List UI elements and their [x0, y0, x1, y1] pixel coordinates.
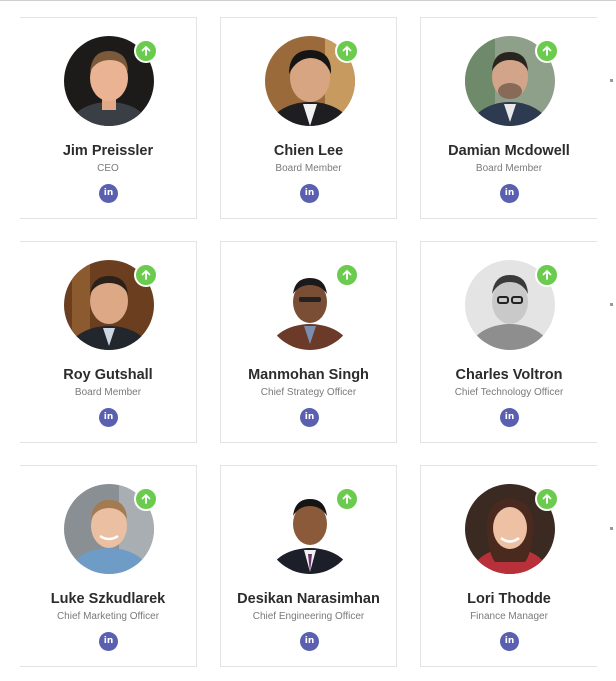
member-title: Chief Strategy Officer	[260, 387, 357, 398]
arrow-up-icon[interactable]	[335, 39, 359, 63]
team-card: Manmohan Singh Chief Strategy Officer in	[220, 241, 397, 443]
linkedin-icon[interactable]: in	[500, 408, 519, 427]
member-name: Charles Voltron	[455, 367, 563, 383]
team-card: Charles Voltron Chief Technology Officer…	[420, 241, 597, 443]
arrow-up-icon[interactable]	[134, 39, 158, 63]
top-divider	[0, 0, 616, 1]
team-card: Damian Mcdowell Board Member in	[420, 17, 597, 219]
member-title: CEO	[97, 163, 119, 174]
member-title: Chief Technology Officer	[454, 387, 564, 398]
arrow-up-icon[interactable]	[535, 487, 559, 511]
linkedin-icon[interactable]: in	[500, 632, 519, 651]
member-title: Board Member	[74, 387, 142, 398]
linkedin-icon[interactable]: in	[500, 184, 519, 203]
arrow-up-icon[interactable]	[134, 263, 158, 287]
team-card: Lori Thodde Finance Manager in	[420, 465, 597, 667]
linkedin-icon[interactable]: in	[99, 632, 118, 651]
team-card: Desikan Narasimhan Chief Engineering Off…	[220, 465, 397, 667]
member-name: Luke Szkudlarek	[50, 591, 166, 607]
arrow-up-icon[interactable]	[535, 39, 559, 63]
linkedin-icon[interactable]: in	[300, 184, 319, 203]
linkedin-icon[interactable]: in	[99, 184, 118, 203]
member-name: Jim Preissler	[62, 143, 154, 159]
arrow-up-icon[interactable]	[134, 487, 158, 511]
member-title: Board Member	[275, 163, 342, 174]
linkedin-icon[interactable]: in	[99, 408, 118, 427]
member-name: Chien Lee	[273, 143, 344, 159]
member-title: Chief Engineering Officer	[252, 611, 365, 622]
member-name: Desikan Narasimhan	[237, 591, 380, 607]
team-card: Luke Szkudlarek Chief Marketing Officer …	[20, 465, 197, 667]
carousel-edge-marker	[610, 527, 613, 530]
member-name: Damian Mcdowell	[448, 143, 570, 159]
team-card: Roy Gutshall Board Member in	[20, 241, 197, 443]
arrow-up-icon[interactable]	[335, 487, 359, 511]
linkedin-icon[interactable]: in	[300, 632, 319, 651]
member-name: Lori Thodde	[467, 591, 551, 607]
carousel-edge-marker	[610, 79, 613, 82]
arrow-up-icon[interactable]	[335, 263, 359, 287]
member-title: Chief Marketing Officer	[56, 611, 160, 622]
team-card: Chien Lee Board Member in	[220, 17, 397, 219]
member-name: Manmohan Singh	[248, 367, 369, 383]
member-title: Board Member	[475, 163, 543, 174]
linkedin-icon[interactable]: in	[300, 408, 319, 427]
member-name: Roy Gutshall	[63, 367, 153, 383]
team-card: Jim Preissler CEO in	[20, 17, 197, 219]
carousel-edge-marker	[610, 303, 613, 306]
arrow-up-icon[interactable]	[535, 263, 559, 287]
member-title: Finance Manager	[470, 611, 548, 622]
